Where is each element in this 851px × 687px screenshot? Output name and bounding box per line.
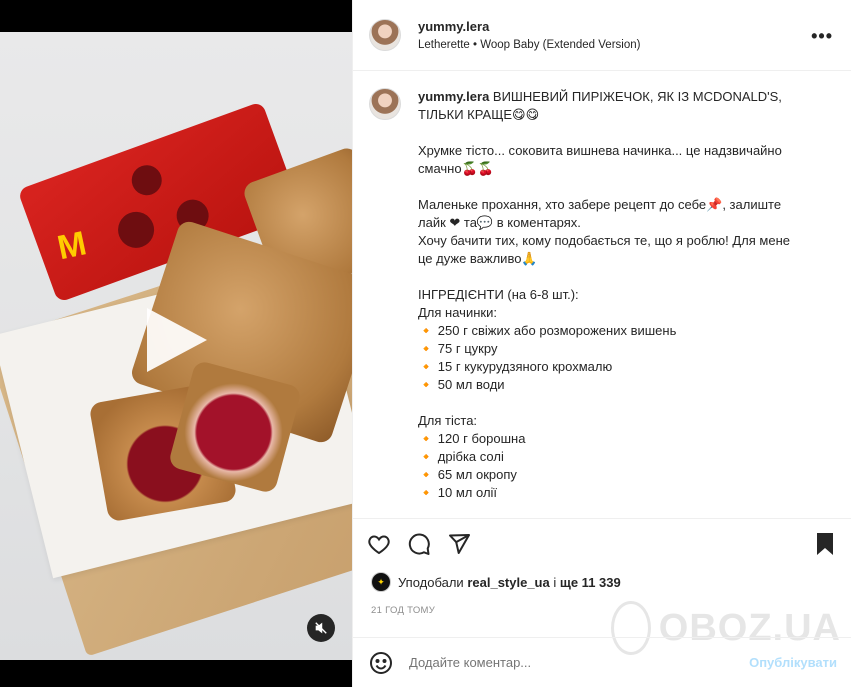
audio-link[interactable]: Letherette • Woop Baby (Extended Version… bbox=[418, 39, 640, 51]
caption-username[interactable]: yummy.lera bbox=[418, 89, 489, 104]
filling-title: Для начинки: bbox=[418, 305, 497, 320]
ingredient-item: 🔸 250 г свіжих або розморожених вишень bbox=[418, 323, 677, 338]
post-header: yummy.lera Letherette • Woop Baby (Exten… bbox=[353, 0, 851, 71]
comment-bar: Опублікувати bbox=[353, 637, 851, 687]
dough-title: Для тіста: bbox=[418, 413, 478, 428]
more-icon[interactable]: ••• bbox=[811, 26, 833, 47]
avatar[interactable] bbox=[369, 19, 401, 51]
ingredients-title: ІНГРЕДІЄНТИ (на 6-8 шт.): bbox=[418, 287, 579, 302]
liker-avatar[interactable]: ✦ bbox=[371, 572, 391, 592]
post-timestamp[interactable]: 21 ГОД ТОМУ bbox=[371, 605, 435, 616]
ingredient-item: 🔸 15 г кукурудзяного крохмалю bbox=[418, 359, 613, 374]
ingredients: ІНГРЕДІЄНТИ (на 6-8 шт.): Для начинки: 🔸… bbox=[418, 286, 818, 394]
comment-icon[interactable] bbox=[407, 532, 431, 556]
heart-icon[interactable] bbox=[367, 532, 391, 556]
post-media[interactable]: M bbox=[0, 0, 352, 687]
post-details-panel: yummy.lera Letherette • Woop Baby (Exten… bbox=[352, 0, 851, 687]
post-comment-button[interactable]: Опублікувати bbox=[749, 655, 837, 670]
mute-icon[interactable] bbox=[307, 614, 335, 642]
caption-title-line-2: ТІЛЬКИ КРАЩЕ😋😋 bbox=[418, 107, 540, 122]
caption-text: yummy.lera ВИШНЕВИЙ ПИРІЖЕЧОК, ЯК ІЗ MCD… bbox=[418, 88, 818, 502]
post-actions bbox=[353, 518, 851, 568]
likes-middle: і bbox=[553, 574, 557, 590]
caption-line: Хрумке тісто... соковита вишнева начинка… bbox=[418, 143, 782, 158]
arches-logo: M bbox=[54, 224, 90, 268]
caption-area: yummy.lera ВИШНЕВИЙ ПИРІЖЕЧОК, ЯК ІЗ MCD… bbox=[353, 72, 851, 518]
dough: Для тіста: 🔸 120 г борошна 🔸 дрібка солі… bbox=[418, 412, 818, 502]
emoji-icon[interactable] bbox=[369, 651, 393, 675]
share-icon[interactable] bbox=[447, 532, 471, 556]
caption-para-1: Хрумке тісто... соковита вишнева начинка… bbox=[418, 142, 818, 178]
ingredient-item: 🔸 50 мл води bbox=[418, 377, 505, 392]
likes-prefix: Уподобали bbox=[398, 574, 464, 590]
caption-line: смачно🍒🍒 bbox=[418, 161, 494, 176]
ingredient-item: 🔸 дрібка солі bbox=[418, 449, 504, 464]
bookmark-icon[interactable] bbox=[815, 532, 835, 556]
caption-line: лайк ❤ та💬 в коментарях. bbox=[418, 215, 581, 230]
likes-count[interactable]: ще 11 339 bbox=[560, 575, 621, 590]
ingredient-item: 🔸 75 г цукру bbox=[418, 341, 498, 356]
likes-row: ✦ Уподобали real_style_ua і ще 11 339 bbox=[371, 572, 621, 592]
caption-avatar[interactable] bbox=[369, 88, 401, 120]
caption-para-2: Маленьке прохання, хто забере рецепт до … bbox=[418, 196, 818, 268]
comment-input[interactable] bbox=[409, 655, 709, 670]
ingredient-item: 🔸 10 мл олії bbox=[418, 485, 498, 500]
liker-username[interactable]: real_style_ua bbox=[467, 575, 549, 590]
header-username[interactable]: yummy.lera bbox=[418, 19, 640, 34]
play-icon[interactable] bbox=[147, 308, 207, 372]
caption-line: це дуже важливо🙏 bbox=[418, 251, 538, 266]
caption-line: Маленьке прохання, хто забере рецепт до … bbox=[418, 197, 782, 212]
ingredient-item: 🔸 65 мл окропу bbox=[418, 467, 517, 482]
caption-line: Хочу бачити тих, кому подобається те, що… bbox=[418, 233, 790, 248]
ingredient-item: 🔸 120 г борошна bbox=[418, 431, 526, 446]
caption-title-line-1: ВИШНЕВИЙ ПИРІЖЕЧОК, ЯК ІЗ MCDONALD'S, bbox=[492, 89, 782, 104]
